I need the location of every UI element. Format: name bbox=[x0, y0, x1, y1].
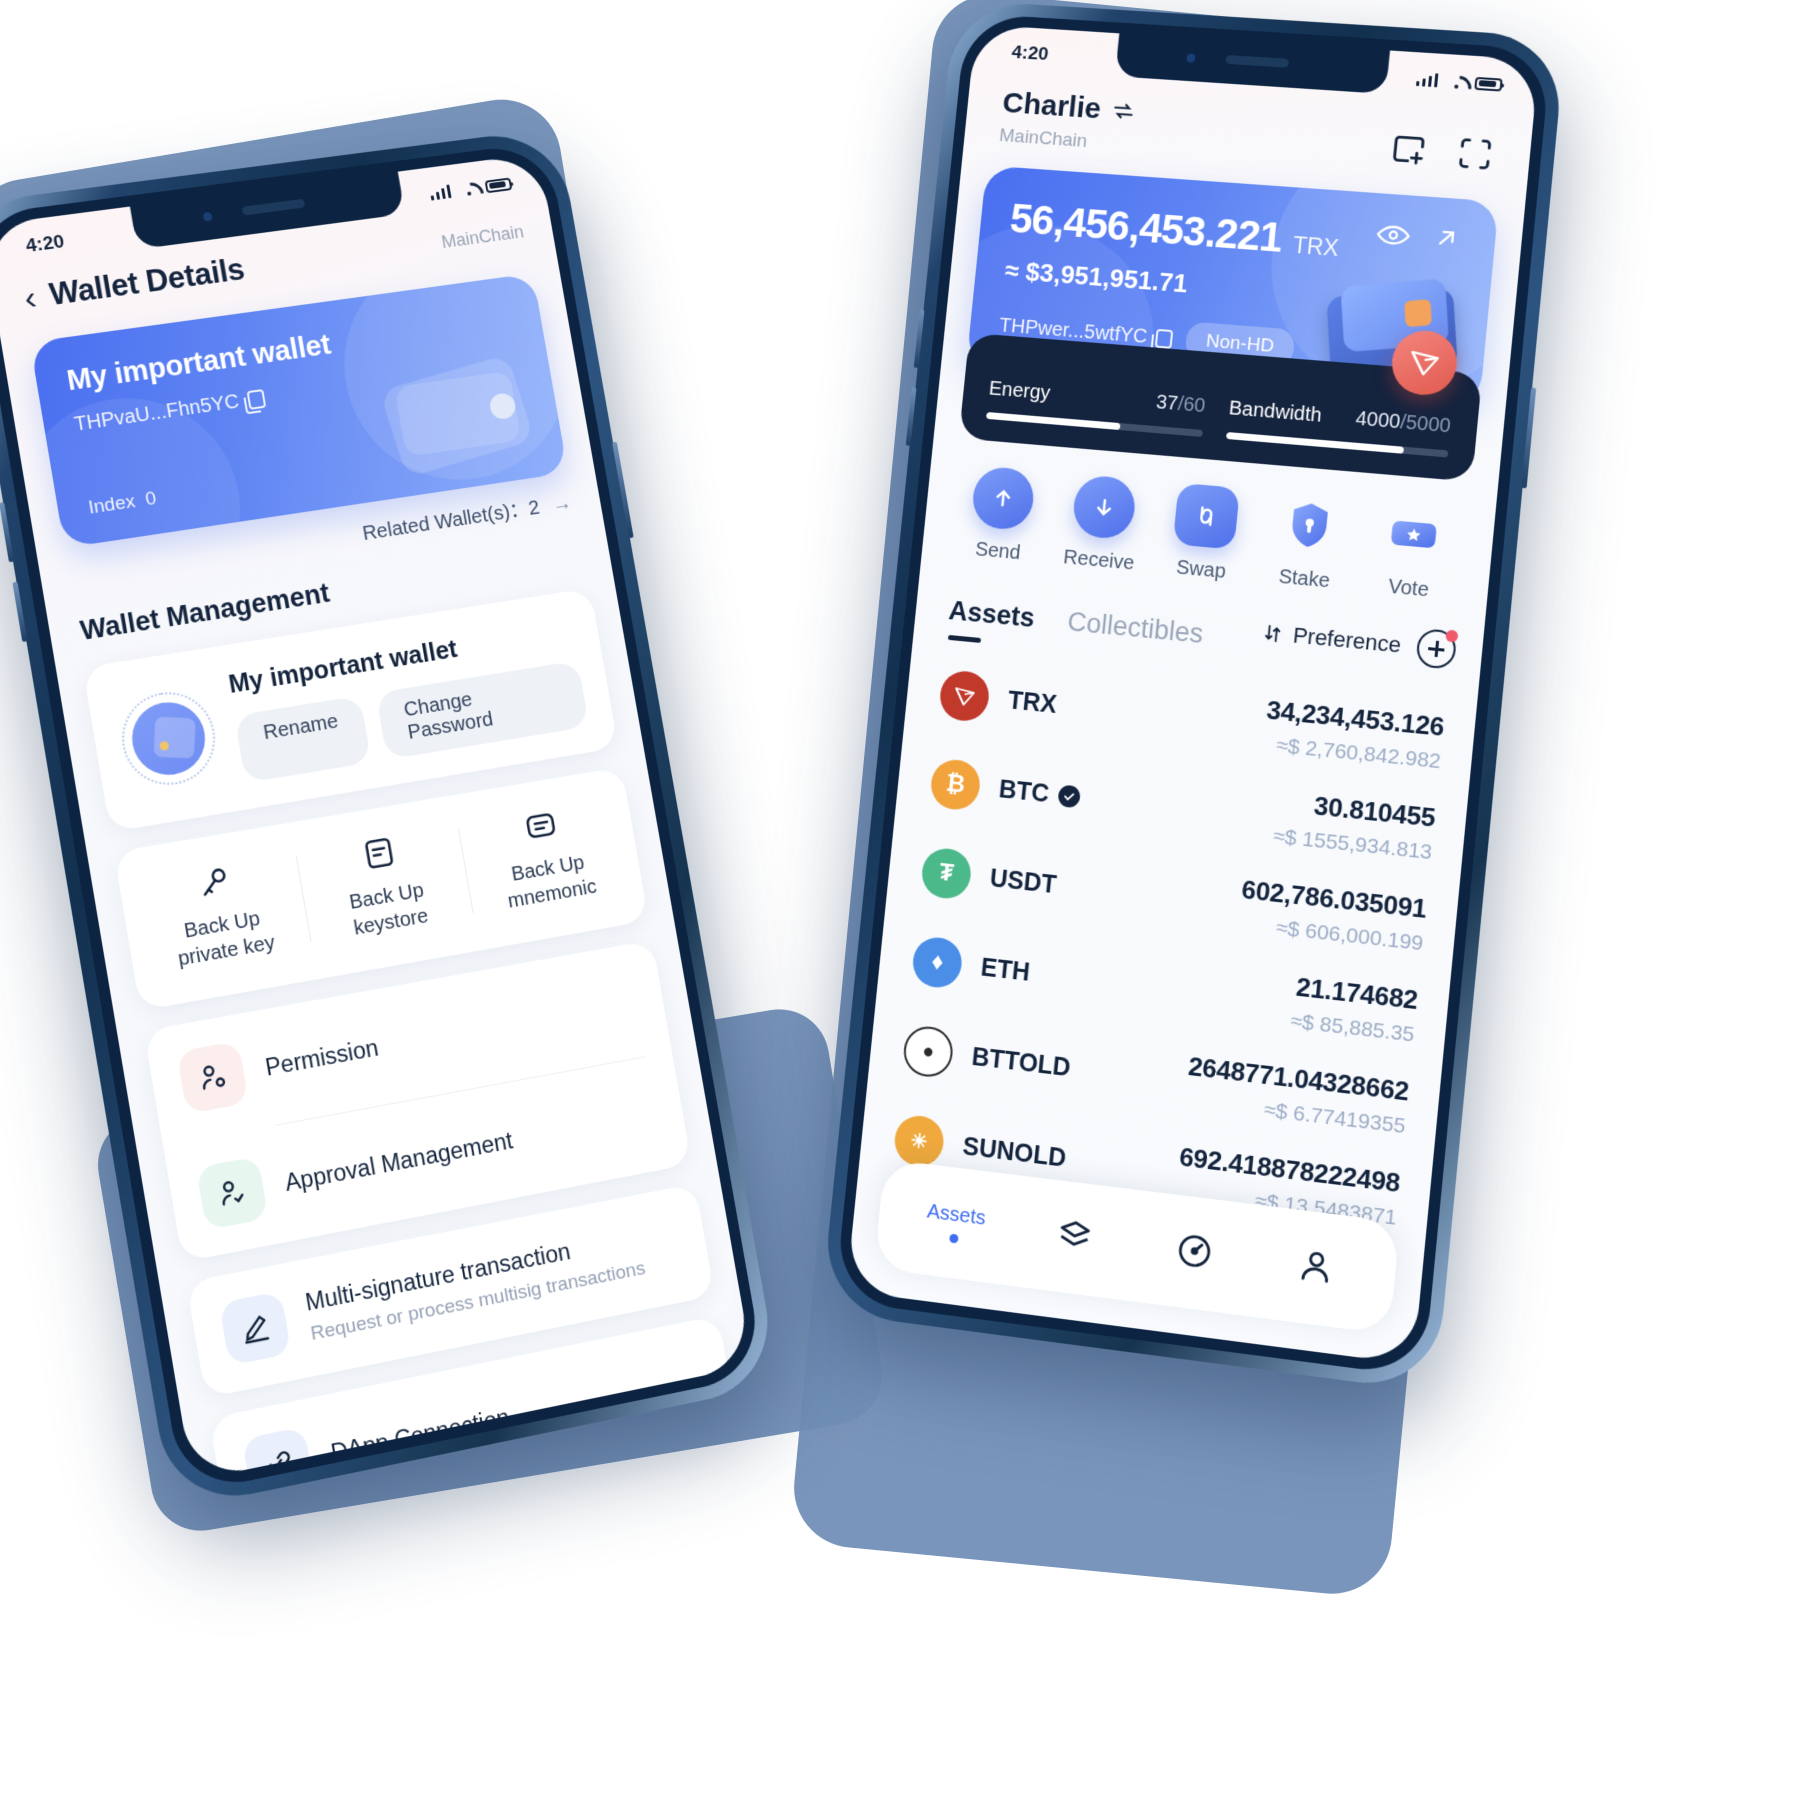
battery-icon bbox=[484, 177, 513, 193]
switch-account-icon[interactable] bbox=[1109, 98, 1137, 125]
energy-total: 60 bbox=[1182, 393, 1207, 418]
asset-symbol-usdt: USDT bbox=[988, 863, 1058, 899]
sun-token-icon: ☀ bbox=[892, 1113, 946, 1169]
asset-symbol-bttold: BTTOLD bbox=[970, 1042, 1072, 1082]
pencil-icon bbox=[218, 1290, 292, 1366]
vote-ticket-icon bbox=[1380, 501, 1449, 569]
bandwidth-total: 5000 bbox=[1404, 411, 1452, 438]
chevron-left-icon[interactable]: ‹ bbox=[21, 278, 39, 317]
resource-energy: Energy 37/60 bbox=[985, 377, 1207, 437]
power-button[interactable] bbox=[1521, 387, 1537, 489]
bitcoin-icon: ₿ bbox=[928, 757, 983, 812]
shield-lock-icon bbox=[1276, 492, 1344, 559]
layers-icon bbox=[1053, 1213, 1096, 1258]
energy-progress-bar bbox=[985, 411, 1203, 437]
profile-icon bbox=[1293, 1243, 1337, 1289]
add-token-icon[interactable] bbox=[1415, 627, 1459, 670]
power-button[interactable] bbox=[612, 441, 634, 539]
swap-icon bbox=[1172, 482, 1241, 550]
arrow-down-icon bbox=[1070, 474, 1138, 541]
tether-icon: ₮ bbox=[919, 846, 974, 901]
status-time: 4:20 bbox=[1010, 42, 1050, 65]
preference-button[interactable]: Preference bbox=[1261, 620, 1402, 659]
tab-bar-layers[interactable] bbox=[1012, 1208, 1136, 1268]
chain-label: MainChain bbox=[439, 221, 526, 252]
arrow-up-icon bbox=[970, 465, 1037, 532]
wifi-icon bbox=[458, 181, 478, 197]
phone-bezel: 4:20 ‹ Wallet Details MainChain My impor… bbox=[0, 141, 766, 1495]
asset-symbol-sunold: SUNOLD bbox=[961, 1131, 1068, 1173]
bandwidth-used: 4000 bbox=[1354, 407, 1402, 434]
phone-left-wallet-details: 4:20 ‹ Wallet Details MainChain My impor… bbox=[0, 127, 780, 1511]
quick-action-receive[interactable]: Receive bbox=[1047, 472, 1158, 577]
resource-label-energy: Energy bbox=[987, 377, 1052, 405]
account-name: Charlie bbox=[1001, 86, 1103, 126]
menu-label-approval-management: Approval Management bbox=[282, 1126, 515, 1196]
tab-bar-explore[interactable] bbox=[1131, 1223, 1256, 1284]
asset-amount-eth: 21.174682 bbox=[1294, 971, 1420, 1016]
asset-symbol-btc: BTC bbox=[997, 774, 1051, 808]
approval-user-check-icon bbox=[195, 1156, 269, 1231]
tab-bar-assets[interactable]: Assets bbox=[895, 1196, 1017, 1250]
sort-arrows-icon bbox=[1261, 622, 1285, 646]
backup-keystore-button[interactable]: Back Up keystore bbox=[294, 821, 474, 950]
active-dot bbox=[949, 1233, 959, 1244]
rename-button[interactable]: Rename bbox=[234, 695, 372, 784]
asset-symbol-eth: ETH bbox=[979, 952, 1032, 987]
resource-bandwidth: Bandwidth 4000/5000 bbox=[1225, 397, 1452, 458]
menu-label-permission: Permission bbox=[263, 1033, 381, 1081]
asset-list: TRX 34,234,453.126 ≈$ 2,760,842.982 ₿ BT… bbox=[858, 623, 1480, 1249]
wallet-avatar-icon bbox=[126, 696, 211, 780]
account-switcher[interactable]: Charlie bbox=[1001, 87, 1138, 129]
wallet-illustration bbox=[374, 344, 538, 481]
cellular-bars-icon bbox=[1415, 72, 1439, 88]
verified-badge-icon bbox=[1057, 784, 1082, 809]
quick-action-stake[interactable]: Stake bbox=[1251, 490, 1364, 596]
copy-icon[interactable] bbox=[246, 389, 266, 410]
arrow-right-icon: → bbox=[550, 492, 574, 517]
arrow-up-right-icon[interactable] bbox=[1431, 223, 1462, 253]
tab-bar-profile[interactable] bbox=[1252, 1238, 1379, 1299]
quick-action-send[interactable]: Send bbox=[946, 464, 1056, 568]
quick-action-vote[interactable]: Vote bbox=[1355, 499, 1469, 606]
preference-label: Preference bbox=[1291, 622, 1403, 658]
phone-screen-left: 4:20 ‹ Wallet Details MainChain My impor… bbox=[0, 153, 753, 1481]
eye-icon[interactable] bbox=[1375, 223, 1411, 247]
cellular-bars-icon bbox=[429, 184, 452, 201]
link-chain-icon bbox=[241, 1426, 315, 1481]
energy-used: 37 bbox=[1155, 391, 1180, 415]
bittorrent-icon: ● bbox=[901, 1024, 955, 1080]
bandwidth-progress-bar bbox=[1225, 431, 1449, 458]
resource-label-bandwidth: Bandwidth bbox=[1227, 397, 1323, 427]
quick-action-swap[interactable]: Swap bbox=[1149, 481, 1261, 586]
screenshot-stage: 4:20 ‹ Wallet Details MainChain My impor… bbox=[0, 0, 1800, 1800]
change-password-button[interactable]: Change Password bbox=[375, 660, 590, 760]
add-wallet-icon[interactable] bbox=[1387, 128, 1431, 170]
battery-icon bbox=[1474, 76, 1503, 92]
chain-label: MainChain bbox=[998, 125, 1089, 152]
backup-private-key-button[interactable]: Back Up private key bbox=[128, 848, 311, 978]
explore-icon bbox=[1172, 1228, 1216, 1273]
asset-symbol-trx: TRX bbox=[1006, 686, 1059, 719]
backup-mnemonic-button[interactable]: Back Up mnemonic bbox=[457, 794, 634, 921]
phone-screen-right: 4:20 Charlie MainChain 56,456,453.221 TR… bbox=[846, 24, 1540, 1365]
ethereum-icon: ♦ bbox=[910, 935, 965, 990]
volume-down-button[interactable] bbox=[12, 581, 28, 643]
tab-bar-label-assets: Assets bbox=[926, 1199, 987, 1230]
volume-up-button[interactable] bbox=[0, 501, 15, 563]
status-time: 4:20 bbox=[24, 231, 66, 257]
copy-icon[interactable] bbox=[1155, 328, 1174, 349]
wifi-icon bbox=[1446, 74, 1466, 89]
phone-bezel: 4:20 Charlie MainChain 56,456,453.221 TR… bbox=[834, 12, 1552, 1378]
wallet-avatar-ring bbox=[114, 685, 223, 792]
scan-qr-icon[interactable] bbox=[1453, 133, 1497, 176]
asset-fiat-eth: ≈$ 85,885.35 bbox=[1289, 1009, 1416, 1047]
tron-logo-icon bbox=[937, 669, 992, 724]
permission-user-icon bbox=[176, 1040, 249, 1115]
